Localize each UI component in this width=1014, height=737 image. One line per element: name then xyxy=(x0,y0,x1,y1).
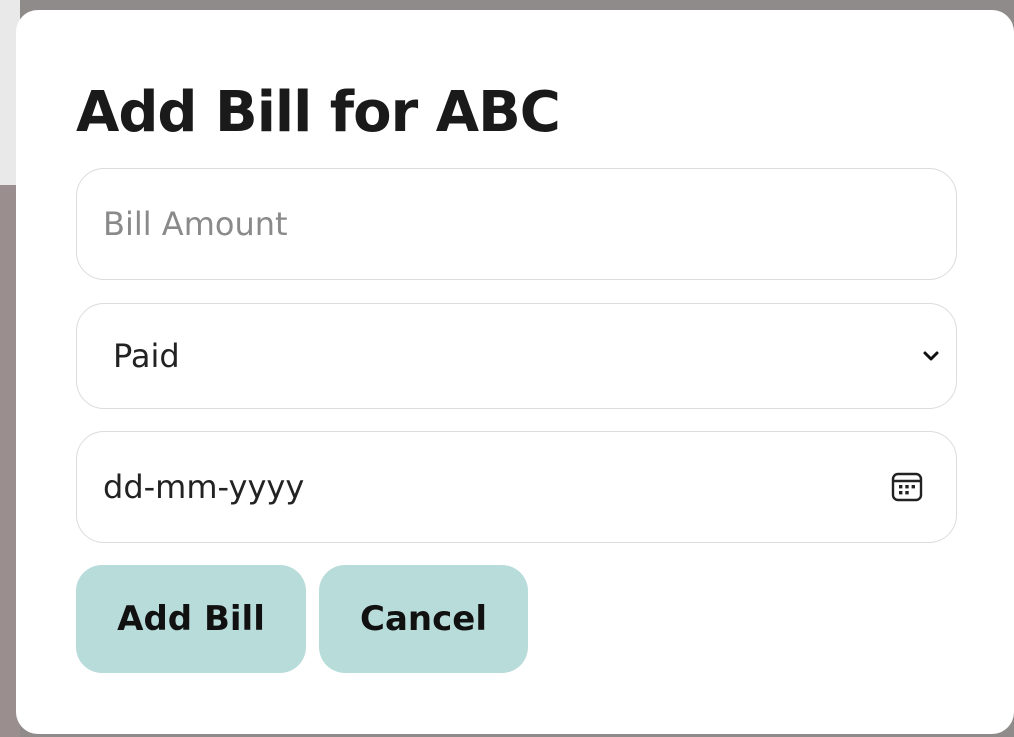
calendar-icon[interactable] xyxy=(890,470,924,504)
bill-amount-input[interactable] xyxy=(77,169,956,279)
bill-status-value: Paid xyxy=(113,337,180,375)
cancel-button[interactable]: Cancel xyxy=(319,565,528,673)
add-bill-button[interactable]: Add Bill xyxy=(76,565,306,673)
bill-amount-field[interactable] xyxy=(76,168,957,280)
bill-status-select[interactable]: Paid xyxy=(76,303,957,409)
chevron-down-icon xyxy=(923,351,939,361)
dialog-title: Add Bill for ABC xyxy=(76,80,561,145)
bill-date-field[interactable]: dd-mm-yyyy xyxy=(76,431,957,543)
bill-date-value: dd-mm-yyyy xyxy=(103,468,305,506)
add-bill-dialog: Add Bill for ABC Paid dd-mm-yyyy Add Bil… xyxy=(16,10,1014,734)
